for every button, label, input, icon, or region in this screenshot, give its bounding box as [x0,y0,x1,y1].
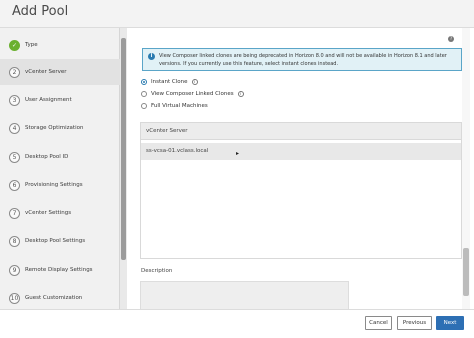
step-label: Desktop Pool ID [25,154,69,160]
vcenter-table-header: vCenter Server [141,123,461,140]
previous-button[interactable]: Previous [397,316,432,330]
cancel-button[interactable]: Cancel [365,316,392,330]
dialog-header: Add Pool [0,0,474,28]
radio-button[interactable] [141,79,147,85]
step-label: Remote Display Settings [25,267,93,273]
table-row[interactable]: ss-vcsa-01.vclass.local ▸ [141,143,461,160]
check-icon: ✓ [9,39,20,51]
step-label: Desktop Pool Settings [25,238,86,244]
mouse-cursor-icon: ▸ [236,150,240,157]
radio-full-virtual-machines[interactable]: Full Virtual Machines [141,101,208,111]
step-label: Type [25,42,38,48]
radio-view-composer-linked-clones[interactable]: View Composer Linked Clones i [141,89,244,99]
step-number: 3 [9,94,20,106]
radio-button[interactable] [141,91,147,97]
step-number: 5 [9,151,20,163]
sidebar-scroll-thumb[interactable] [121,38,126,260]
dialog-title: Add Pool [12,4,69,19]
next-button[interactable]: Next [436,316,464,330]
step-number: 9 [9,264,20,276]
radio-button[interactable] [141,103,147,109]
step-number: 7 [9,207,20,219]
step-number: 6 [9,179,20,191]
vcenter-server-name: ss-vcsa-01.vclass.local [146,148,209,154]
content-scroll-thumb[interactable] [463,248,469,296]
step-label: vCenter Server [25,69,67,75]
info-icon[interactable]: i [191,79,198,85]
step-user-assignment[interactable]: 3 User Assignment [0,87,120,113]
step-label: Guest Customization [25,295,83,301]
step-number: 10 [9,292,20,304]
wizard-steps-sidebar: ✓ Type 2 vCenter Server 3 User Assignmen… [0,28,120,338]
radio-label: View Composer Linked Clones [151,91,234,97]
help-icon[interactable]: ? [448,36,454,42]
radio-label: Full Virtual Machines [151,103,208,109]
step-label: Provisioning Settings [25,182,83,188]
step-type[interactable]: ✓ Type [0,32,120,58]
step-storage-optimization[interactable]: 4 Storage Optimization [0,115,120,141]
radio-label: Instant Clone [151,79,188,85]
description-field[interactable] [140,281,349,311]
step-label: vCenter Settings [25,210,72,216]
info-icon[interactable]: i [237,91,244,97]
deprecation-info-banner: i View Composer linked clones are being … [142,48,462,71]
step-provisioning-settings[interactable]: 6 Provisioning Settings [0,172,120,198]
column-header: vCenter Server [146,128,188,134]
step-number: 2 [9,66,20,78]
step-desktop-pool-settings[interactable]: 8 Desktop Pool Settings [0,228,120,254]
description-label: Description [141,268,173,274]
step-desktop-pool-id[interactable]: 5 Desktop Pool ID [0,144,120,170]
info-banner-text: View Composer linked clones are being de… [159,53,447,67]
step-number: 4 [9,122,20,134]
step-number: 8 [9,235,20,247]
add-pool-dialog: Add Pool ✓ Type 2 vCenter Server 3 User … [0,0,474,338]
step-label: User Assignment [25,97,72,103]
step-guest-customization[interactable]: 10 Guest Customization [0,285,120,311]
radio-instant-clone[interactable]: Instant Clone i [141,77,198,87]
step-vcenter-server[interactable]: 2 vCenter Server [0,59,120,85]
step-label: Storage Optimization [25,125,84,131]
step-vcenter-settings[interactable]: 7 vCenter Settings [0,200,120,226]
vcenter-server-table: vCenter Server ss-vcsa-01.vclass.local ▸ [140,122,462,259]
info-icon: i [148,53,155,60]
step-remote-display-settings[interactable]: 9 Remote Display Settings [0,257,120,283]
